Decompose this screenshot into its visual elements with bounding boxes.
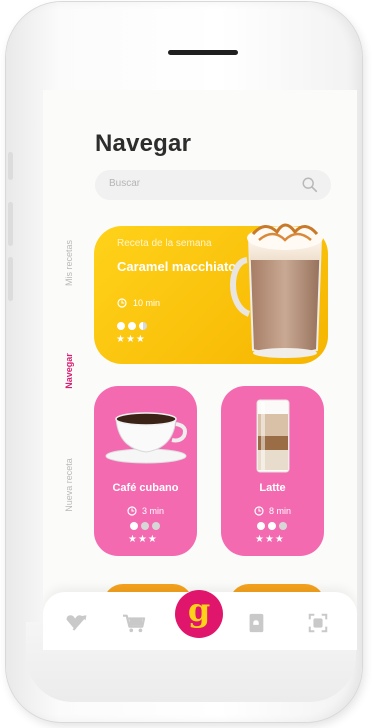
featured-difficulty-dots: [117, 322, 147, 330]
featured-rating-stars: ★★★: [116, 334, 146, 345]
search-field[interactable]: Buscar: [95, 170, 331, 200]
featured-time-label: 10 min: [133, 298, 161, 308]
caramel-macchiato-glass-image: [230, 223, 323, 358]
g-logo-letter: g: [187, 591, 211, 629]
recipe-name: Latte: [259, 482, 286, 494]
phone-frame: Navegar Buscar Mis recetas Navegar Nueva…: [6, 2, 362, 722]
difficulty-dot: [268, 522, 276, 530]
clock-icon: [117, 298, 127, 308]
page-title: Navegar: [95, 130, 192, 157]
scan-icon[interactable]: [305, 612, 331, 634]
difficulty-dot: [141, 522, 149, 530]
recipe-difficulty-dots: [130, 522, 160, 530]
featured-subtitle: Receta de la semana: [117, 238, 212, 249]
recipe-card-cafe-cubano[interactable]: Café cubano 3 min ★★★: [94, 386, 197, 556]
difficulty-dot: [257, 522, 265, 530]
featured-time: 10 min: [117, 298, 160, 308]
cart-icon[interactable]: [121, 612, 147, 634]
bottom-tab-bar: g: [43, 590, 357, 650]
difficulty-dot: [128, 322, 136, 330]
difficulty-dot: [139, 322, 147, 330]
difficulty-dot: [152, 522, 160, 530]
difficulty-dot: [130, 522, 138, 530]
recipe-time-label: 8 min: [268, 506, 291, 516]
side-tab-nueva-receta[interactable]: Nueva receta: [64, 445, 74, 525]
coffee-cup-image: [105, 412, 187, 464]
recipe-time-label: 3 min: [141, 506, 164, 516]
mute-switch: [8, 152, 13, 180]
clock-icon: [254, 506, 264, 516]
side-tab-mis-recetas[interactable]: Mis recetas: [64, 223, 74, 303]
app-screen: Navegar Buscar Mis recetas Navegar Nueva…: [43, 90, 357, 650]
recipe-rating-stars: ★★★: [128, 534, 158, 545]
featured-recipe-name: Caramel macchiato: [117, 259, 237, 274]
recipe-card-latte[interactable]: Latte 8 min ★★★: [221, 386, 324, 556]
volume-down-button: [8, 257, 13, 301]
side-tab-navegar[interactable]: Navegar: [64, 331, 74, 411]
difficulty-dot: [279, 522, 287, 530]
volume-up-button: [8, 202, 13, 246]
recipe-book-icon[interactable]: [243, 612, 269, 634]
g-logo-button[interactable]: g: [175, 590, 223, 638]
search-placeholder: Buscar: [109, 178, 141, 189]
recipe-time: 3 min: [94, 506, 197, 516]
clock-icon: [127, 506, 137, 516]
recipe-difficulty-dots: [257, 522, 287, 530]
recipe-name: Café cubano: [112, 482, 179, 494]
heart-arrow-icon[interactable]: [63, 612, 89, 634]
search-icon[interactable]: [301, 176, 319, 194]
difficulty-dot: [117, 322, 125, 330]
recipe-rating-stars: ★★★: [255, 534, 285, 545]
recipe-time: 8 min: [221, 506, 324, 516]
latte-glass-image: [256, 399, 290, 473]
earpiece-speaker: [168, 50, 238, 55]
